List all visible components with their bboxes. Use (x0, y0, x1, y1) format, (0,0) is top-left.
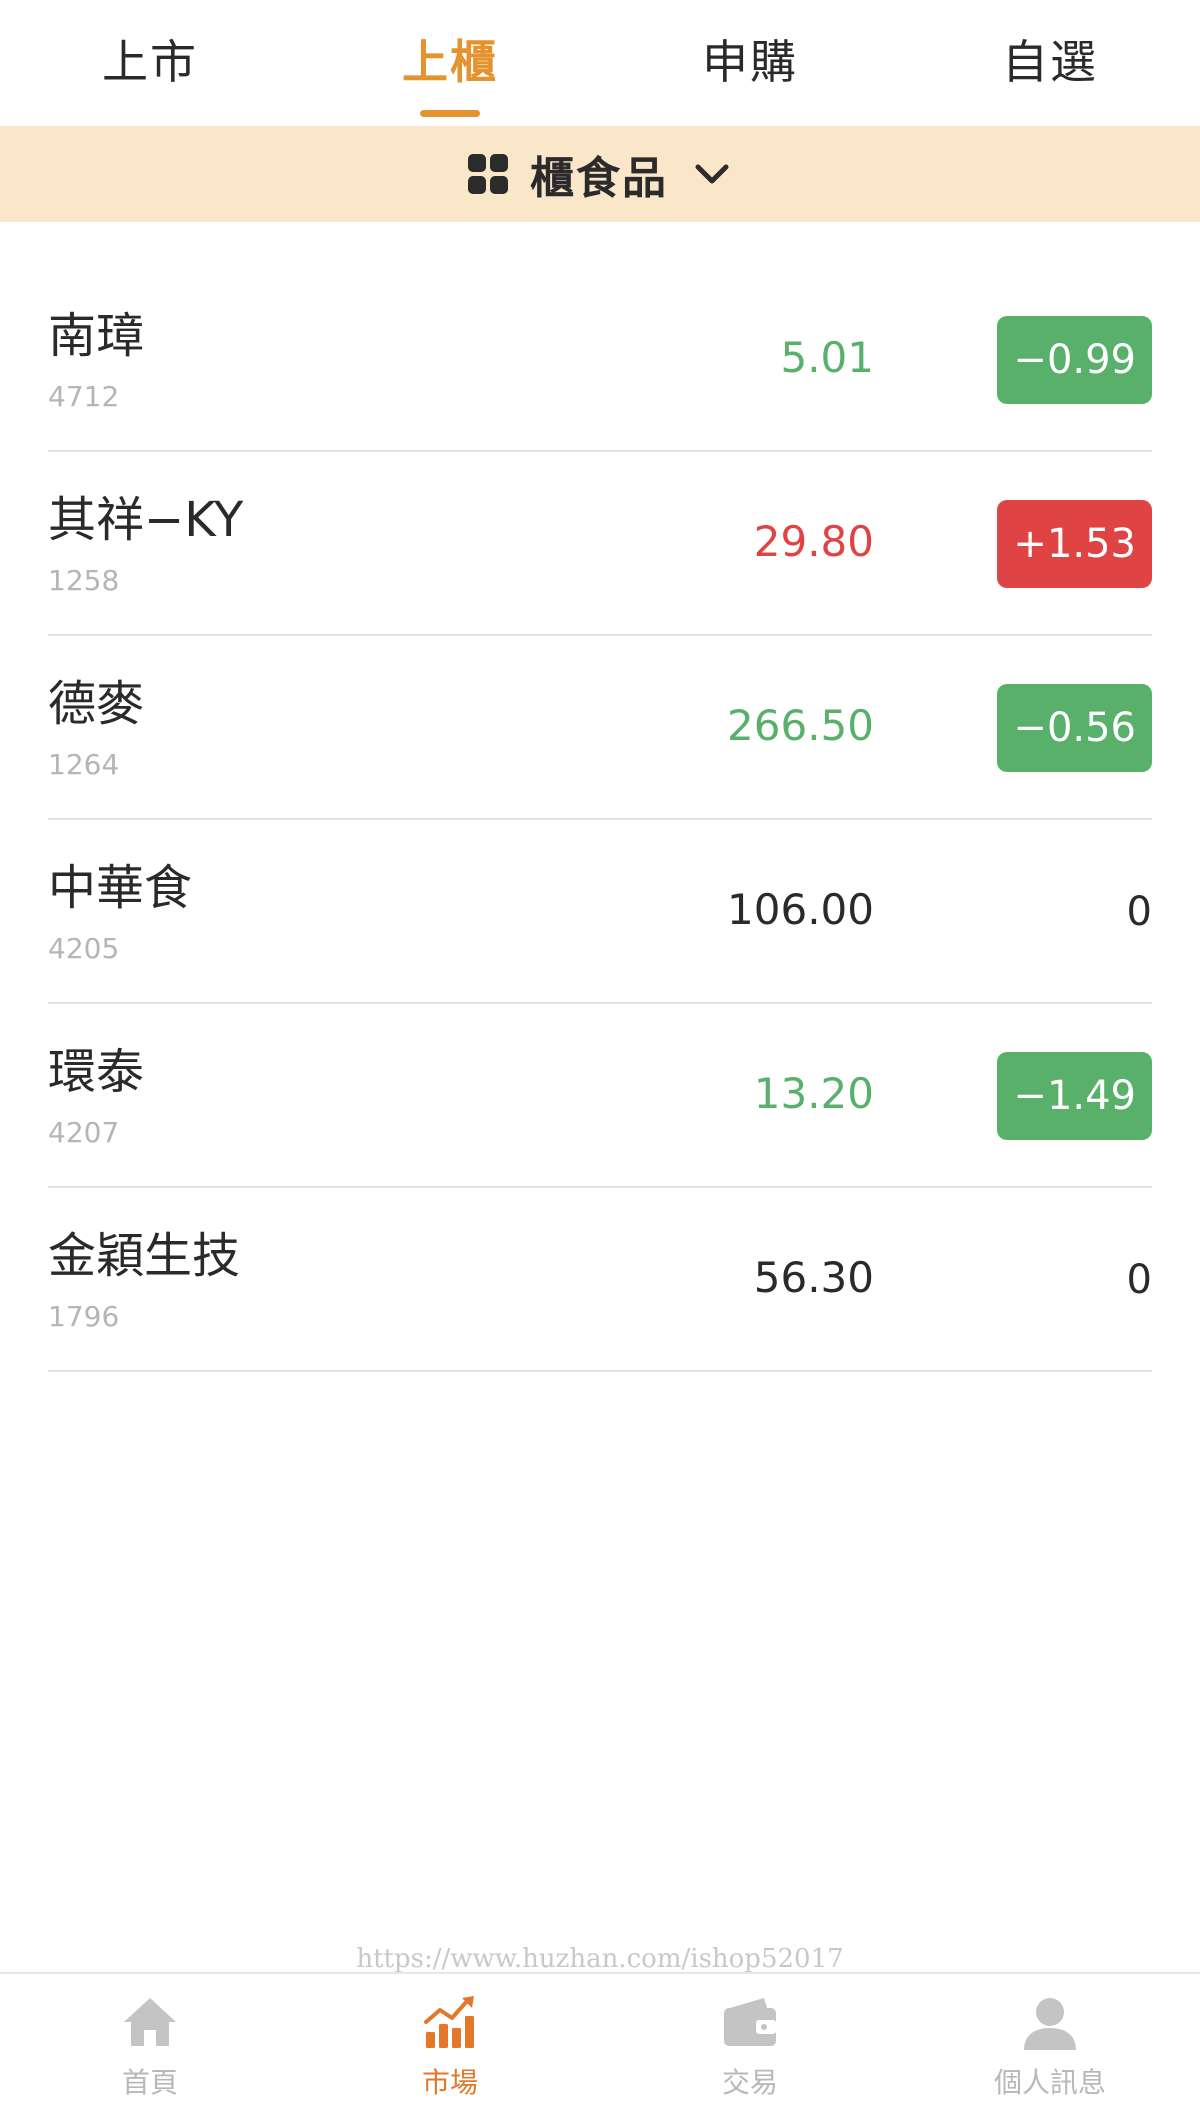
tab-otc[interactable]: 上櫃 (300, 0, 600, 126)
stock-name: 其祥−KY (48, 492, 244, 548)
category-label: 櫃食品 (530, 153, 668, 204)
nav-trade[interactable]: 交易 (600, 1974, 900, 2113)
tab-label: 自選 (1002, 35, 1098, 89)
home-icon (124, 1998, 176, 2046)
stock-list: 南璋 4712 5.01 −0.99 其祥−KY 1258 29.80 +1.5… (48, 268, 1152, 1372)
stock-price: 106.00 (727, 885, 874, 934)
wallet-icon (724, 1998, 776, 2046)
tab-subscription[interactable]: 申購 (600, 0, 900, 126)
stock-code: 1258 (48, 564, 120, 597)
nav-label: 市場 (421, 2066, 478, 2099)
stock-price: 29.80 (753, 517, 874, 566)
nav-home[interactable]: 首頁 (0, 1974, 300, 2113)
stock-code: 1264 (48, 748, 120, 781)
stock-row[interactable]: 環泰 4207 13.20 −1.49 (48, 1004, 1152, 1188)
stock-name: 德麥 (48, 676, 145, 732)
category-selector-content: 櫃食品 (0, 126, 1200, 222)
stock-name: 南璋 (48, 308, 145, 364)
tab-watchlist[interactable]: 自選 (900, 0, 1200, 126)
stock-row[interactable]: 金穎生技 1796 56.30 0 (48, 1188, 1152, 1372)
stock-price: 13.20 (753, 1069, 874, 1118)
stock-code: 4207 (48, 1116, 120, 1149)
tab-listed[interactable]: 上市 (0, 0, 300, 126)
stock-change-badge: −0.56 (997, 684, 1152, 772)
stock-name: 金穎生技 (48, 1228, 241, 1284)
grid-icon (468, 154, 508, 194)
stock-row[interactable]: 南璋 4712 5.01 −0.99 (48, 268, 1152, 452)
stock-price: 266.50 (727, 701, 874, 750)
stock-price: 5.01 (780, 333, 874, 382)
stock-change-badge: 0 (1126, 889, 1152, 935)
tab-label: 申購 (702, 35, 798, 89)
chevron-down-icon (695, 164, 729, 184)
tab-label: 上櫃 (402, 35, 498, 89)
chart-icon (424, 1996, 474, 2048)
stock-price: 56.30 (753, 1253, 874, 1302)
bottom-navigation: 首頁 市場 交易 個人訊息 (0, 1972, 1200, 2113)
tab-underline (420, 110, 480, 117)
nav-profile[interactable]: 個人訊息 (900, 1974, 1200, 2113)
stock-name: 中華食 (48, 860, 193, 916)
watermark-text: https://www.huzhan.com/ishop52017 (356, 1944, 844, 1974)
user-icon (1024, 1998, 1076, 2050)
stock-row[interactable]: 德麥 1264 266.50 −0.56 (48, 636, 1152, 820)
category-selector[interactable]: 櫃食品 (0, 126, 1200, 222)
stock-change-badge: −0.99 (997, 316, 1152, 404)
stock-change-badge: +1.53 (997, 500, 1152, 588)
stock-change-badge: 0 (1126, 1257, 1152, 1303)
nav-market[interactable]: 市場 (300, 1974, 600, 2113)
stock-code: 1796 (48, 1300, 120, 1333)
tab-label: 上市 (102, 35, 198, 89)
stock-row[interactable]: 中華食 4205 106.00 0 (48, 820, 1152, 1004)
nav-label: 個人訊息 (993, 2066, 1106, 2099)
stock-code: 4205 (48, 932, 120, 965)
nav-label: 首頁 (121, 2066, 178, 2099)
top-tab-bar: 上市 上櫃 申購 自選 (0, 0, 1200, 126)
stock-change-badge: −1.49 (997, 1052, 1152, 1140)
stock-name: 環泰 (48, 1044, 145, 1100)
stock-code: 4712 (48, 380, 120, 413)
nav-label: 交易 (721, 2066, 778, 2099)
stock-row[interactable]: 其祥−KY 1258 29.80 +1.53 (48, 452, 1152, 636)
